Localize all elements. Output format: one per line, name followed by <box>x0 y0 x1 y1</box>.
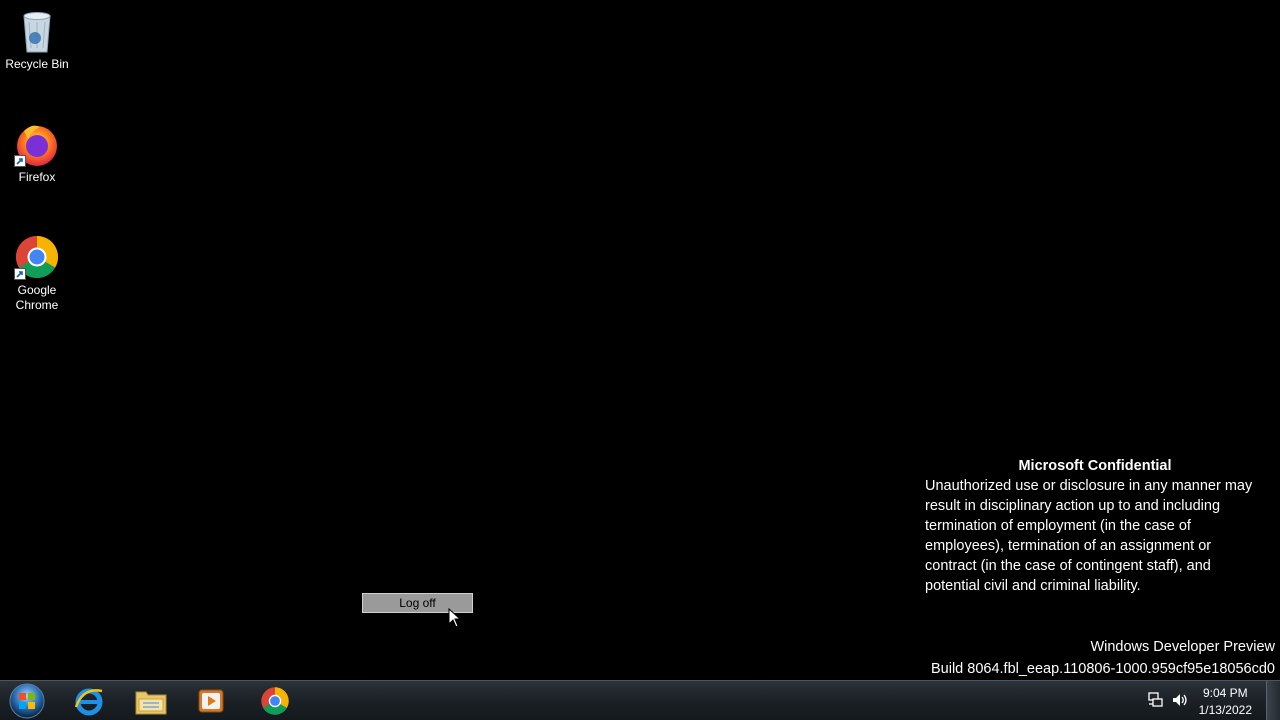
taskbar-chrome[interactable] <box>247 683 303 719</box>
desktop-icon-chrome[interactable]: Google Chrome <box>0 234 74 313</box>
shortcut-arrow-icon <box>14 155 26 167</box>
media-player-icon <box>198 689 224 713</box>
clock-time: 9:04 PM <box>1202 686 1248 700</box>
shortcut-arrow-icon <box>14 268 26 280</box>
internet-explorer-icon <box>74 688 103 716</box>
recycle-bin-icon <box>14 8 60 54</box>
watermark-edition: Windows Developer Preview <box>1090 639 1275 655</box>
start-button[interactable] <box>6 681 48 720</box>
notice-title: Microsoft Confidential <box>1018 458 1172 474</box>
confidential-notice: Microsoft Confidential Unauthorized use … <box>925 456 1265 596</box>
taskbar-file-explorer[interactable] <box>123 683 179 719</box>
firefox-icon <box>14 121 60 167</box>
notice-body: Unauthorized use or disclosure in any ma… <box>925 478 1253 594</box>
file-explorer-icon <box>135 691 167 715</box>
taskbar: 9:04 PM 1/13/2022 <box>0 680 1280 720</box>
build-watermark: Windows Developer Preview Build 8064.fbl… <box>931 636 1275 680</box>
network-icon[interactable] <box>1147 691 1163 714</box>
chrome-icon <box>14 234 60 280</box>
mouse-pointer-icon <box>448 607 462 633</box>
taskbar-clock[interactable]: 9:04 PM 1/13/2022 <box>1199 685 1252 719</box>
show-desktop-button[interactable] <box>1266 681 1280 720</box>
desktop-icon-firefox[interactable]: Firefox <box>0 121 74 185</box>
desktop-icon-label: Recycle Bin <box>5 57 69 71</box>
clock-date: 1/13/2022 <box>1198 703 1252 717</box>
watermark-build: Build 8064.fbl_eeap.110806-1000.959cf95e… <box>930 661 1275 677</box>
windows-orb-icon <box>9 683 45 719</box>
taskbar-internet-explorer[interactable] <box>61 683 117 719</box>
desktop-icon-label: Google Chrome <box>15 283 59 312</box>
chrome-icon <box>261 687 289 715</box>
taskbar-media-player[interactable] <box>183 683 239 719</box>
volume-icon[interactable] <box>1171 691 1189 714</box>
desktop-icon-recycle-bin[interactable]: Recycle Bin <box>0 8 74 72</box>
desktop-icon-label: Firefox <box>18 170 56 184</box>
